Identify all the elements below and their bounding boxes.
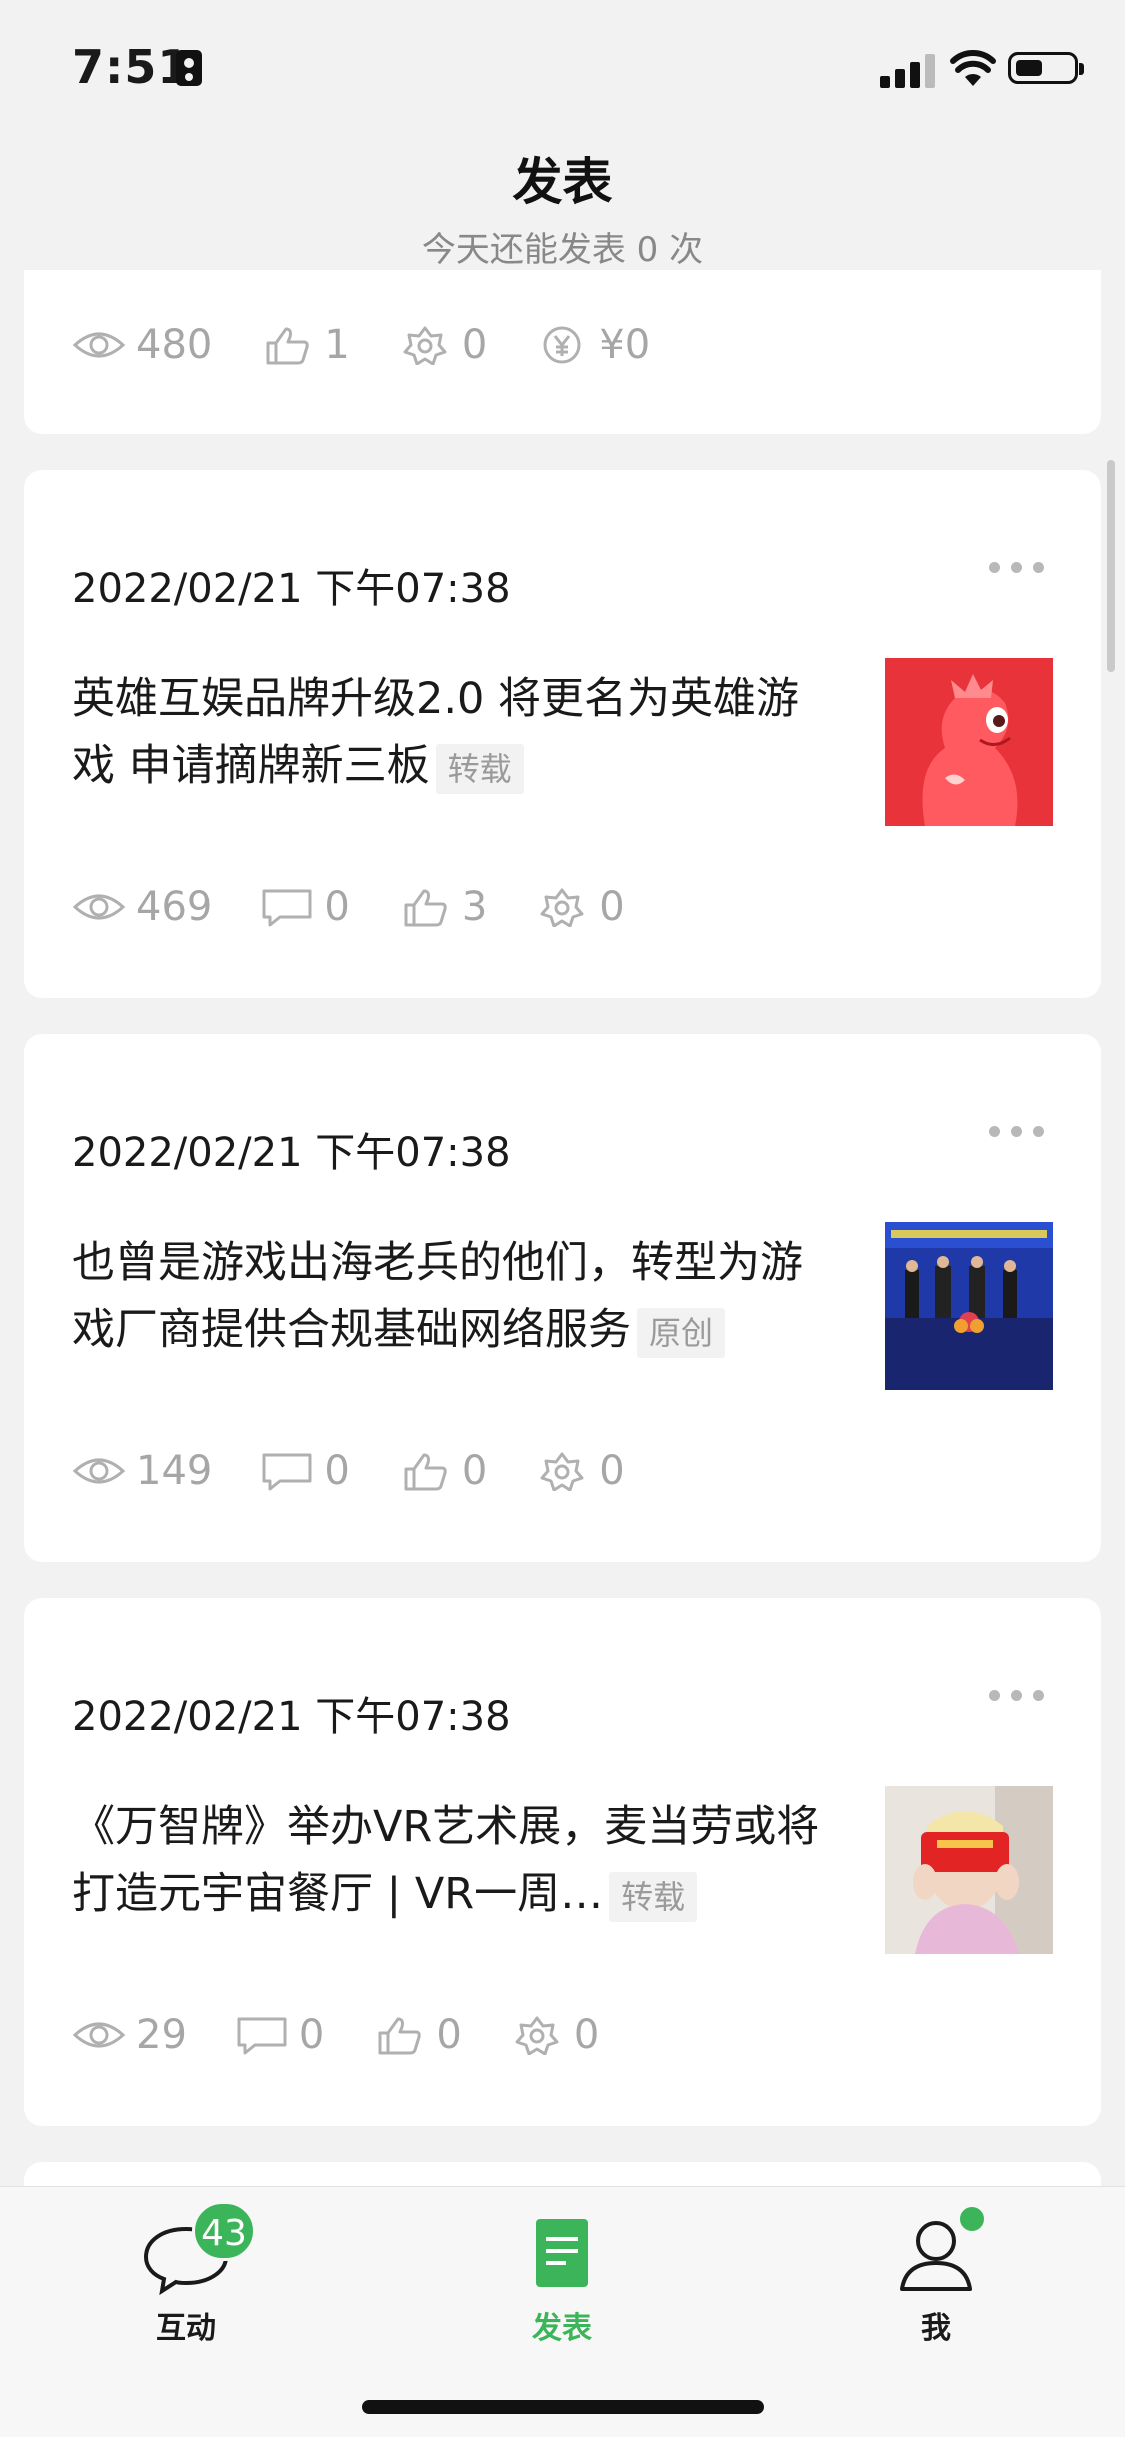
battery-icon: [1008, 52, 1084, 84]
thumbs-up-icon: [404, 889, 447, 927]
eye-icon: [72, 894, 126, 920]
document-icon: [536, 2219, 588, 2287]
views-stat: 149: [72, 1448, 212, 1494]
comments-stat: 0: [260, 1448, 350, 1494]
yen-coin-icon: [543, 326, 581, 364]
views-stat: 29: [72, 2012, 187, 2058]
more-options-icon[interactable]: [989, 1126, 1045, 1140]
tab-label: 我: [921, 2311, 951, 2346]
article-date: 2022/02/21 下午07:38: [72, 1130, 511, 1176]
views-stat: 469: [72, 884, 212, 930]
comment-icon: [237, 2017, 287, 2055]
eye-icon: [72, 2022, 126, 2048]
article-stats: 149 0 0 0: [72, 1446, 673, 1496]
likes-stat: 1: [260, 322, 350, 368]
wow-stat: 0: [535, 1448, 625, 1494]
comments-stat: 0: [260, 884, 350, 930]
article-tag: 转载: [435, 743, 524, 794]
article-date: 2022/02/21 下午07:38: [72, 566, 511, 612]
wow-stat: 0: [398, 322, 487, 368]
thumbs-up-icon: [404, 1453, 447, 1491]
likes-stat: 0: [398, 1448, 487, 1494]
article-card[interactable]: 2022/02/21 下午07:38 《万智牌》举办VR艺术展，麦当劳或将打造元…: [24, 1598, 1101, 2126]
article-stats: 29 0 0 0: [72, 2010, 647, 2060]
comment-icon: [262, 1453, 312, 1491]
article-tag: 转载: [609, 1871, 698, 1922]
signing-ceremony-photo-image: [885, 1222, 1053, 1390]
wifi-icon: [950, 50, 996, 86]
article-thumbnail[interactable]: [885, 658, 1053, 826]
unread-badge: 43: [192, 2201, 256, 2261]
article-title[interactable]: 《万智牌》举办VR艺术展，麦当劳或将打造元宇宙餐厅 | VR一周… 转载: [72, 1794, 832, 1928]
status-bar: 7:51: [0, 0, 1125, 140]
notification-dot: [958, 2205, 986, 2233]
article-card[interactable]: 2022/02/21 下午07:38 英雄互娱品牌升级2.0 将更名为英雄游戏 …: [24, 470, 1101, 998]
child-with-vr-box-photo-image: [885, 1786, 1053, 1954]
likes-stat: 3: [398, 884, 487, 930]
more-options-icon[interactable]: [989, 562, 1045, 576]
status-time: 7:51: [72, 40, 191, 94]
tab-publish[interactable]: 发表: [462, 2207, 662, 2347]
article-stats: 469 0 3 0: [72, 882, 673, 932]
contact-card-icon: [176, 50, 202, 86]
page-title: 发表: [512, 153, 613, 211]
tab-label: 发表: [532, 2311, 592, 2346]
article-card[interactable]: 2022/02/21 下午07:38 也曾是游戏出海老兵的他们，转型为游戏厂商提…: [24, 1034, 1101, 1562]
article-thumbnail[interactable]: [885, 1786, 1053, 1954]
article-stats: 480 1 0 ¥0: [72, 320, 698, 370]
views-stat: 480: [72, 322, 212, 368]
wow-stat: 0: [510, 2012, 599, 2058]
comments-stat: 0: [235, 2012, 324, 2058]
page-header: 发表 今天还能发表 0 次: [0, 140, 1125, 270]
wow-stat: 0: [535, 884, 625, 930]
article-tag: 原创: [637, 1307, 726, 1358]
article-thumbnail[interactable]: [885, 1222, 1053, 1390]
article-title[interactable]: 也曾是游戏出海老兵的他们，转型为游戏厂商提供合规基础网络服务 原创: [72, 1230, 832, 1364]
wow-flower-icon: [403, 326, 447, 365]
tab-me[interactable]: 我: [836, 2205, 1036, 2347]
red-dragon-mascot-image: [885, 658, 1053, 826]
eye-icon: [72, 1458, 126, 1484]
wow-flower-icon: [540, 888, 584, 927]
wow-flower-icon: [540, 1452, 584, 1491]
cellular-signal-icon: [880, 54, 936, 88]
rewards-stat: ¥0: [535, 322, 650, 368]
scrollbar[interactable]: [1107, 460, 1115, 672]
likes-stat: 0: [372, 2012, 462, 2058]
more-options-icon[interactable]: [989, 1690, 1045, 1704]
tab-interact[interactable]: 43 互动: [86, 2201, 286, 2347]
tab-label: 互动: [156, 2311, 216, 2346]
article-date: 2022/02/21 下午07:38: [72, 1694, 511, 1740]
publish-quota-text: 今天还能发表 0 次: [421, 230, 704, 270]
comment-icon: [262, 889, 312, 927]
eye-icon: [72, 332, 126, 358]
thumbs-up-icon: [378, 2017, 422, 2055]
wow-flower-icon: [515, 2016, 559, 2055]
thumbs-up-icon: [266, 327, 310, 365]
home-indicator[interactable]: [362, 2400, 764, 2414]
article-title[interactable]: 英雄互娱品牌升级2.0 将更名为英雄游戏 申请摘牌新三板 转载: [72, 666, 832, 800]
